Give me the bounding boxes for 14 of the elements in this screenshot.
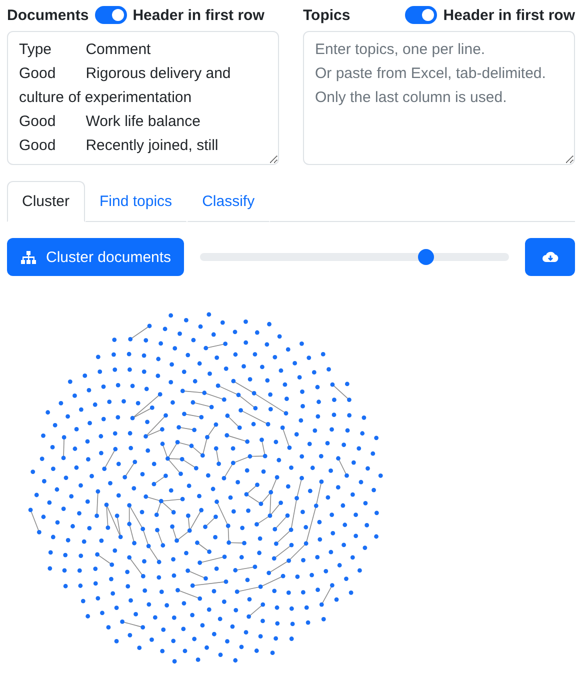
switch-label: Header in first row [443,6,575,24]
documents-field[interactable]: Type Comment Good Rigorous delivery and culture of experimentation Good Work life balance Good Recently joined, still [7,31,279,165]
toggle-switch[interactable] [94,6,127,24]
hierarchy-icon [21,250,36,264]
documents-label: Documents [7,6,89,24]
topics-field[interactable]: Enter topics, one per line. Or paste from Excel, tab-delimited. Only the last column is used. [303,31,575,165]
cloud-download-icon [542,250,558,264]
topics-label: Topics [303,6,350,24]
toggle-switch[interactable] [405,6,438,24]
switch-label: Header in first row [132,6,264,24]
download-button[interactable] [525,238,575,276]
cluster-button[interactable]: Cluster documents [7,238,184,276]
tab[interactable]: Cluster [7,181,85,222]
slider-thumb[interactable] [418,249,434,265]
